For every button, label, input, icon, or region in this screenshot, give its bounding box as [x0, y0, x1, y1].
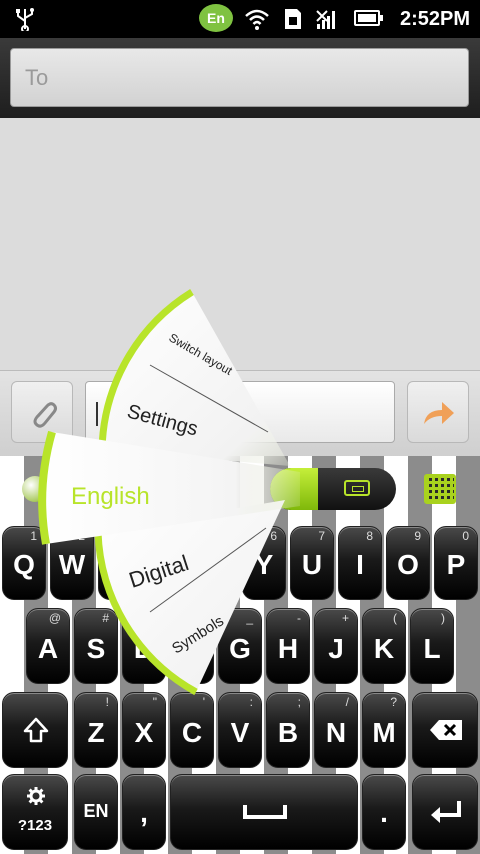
- keyboard-mode-icon: [344, 480, 370, 496]
- shift-key[interactable]: [2, 692, 68, 768]
- shift-icon: [23, 717, 49, 743]
- key-o[interactable]: 9O: [386, 526, 430, 600]
- period-key[interactable]: .: [362, 774, 406, 850]
- backspace-key[interactable]: [412, 692, 478, 768]
- mode-switch[interactable]: [270, 468, 396, 510]
- keyboard: 1Q 2W 3E 4R 5T 6Y 7U 8I 9O 0P @ A # S & D *…: [0, 456, 480, 854]
- key-g[interactable]: _ G: [218, 608, 262, 684]
- gear-icon: [27, 787, 45, 805]
- key-a[interactable]: @ A: [26, 608, 70, 684]
- key-k[interactable]: (K: [362, 608, 406, 684]
- recipient-bar: To: [0, 38, 480, 118]
- key-i[interactable]: 8I: [338, 526, 382, 600]
- space-icon: [243, 805, 287, 819]
- sim-card-icon: [285, 9, 301, 29]
- paperclip-icon: [33, 402, 57, 428]
- key-z[interactable]: ! Z: [74, 692, 118, 768]
- key-q[interactable]: 1Q: [2, 526, 46, 600]
- clock: 2:52PM: [399, 8, 470, 30]
- send-button[interactable]: [407, 381, 469, 443]
- comma-key[interactable]: ,: [122, 774, 166, 850]
- language-key[interactable]: EN: [74, 774, 118, 850]
- key-n[interactable]: / N: [314, 692, 358, 768]
- key-j[interactable]: + J: [314, 608, 358, 684]
- key-d[interactable]: & D: [122, 608, 166, 684]
- text-cursor: [96, 402, 98, 426]
- to-field[interactable]: To: [10, 48, 469, 107]
- keypad-grid-icon[interactable]: [424, 474, 456, 504]
- keyboard-toolbar: [0, 456, 480, 522]
- space-key[interactable]: [170, 774, 358, 850]
- key-u[interactable]: 7U: [290, 526, 334, 600]
- key-r[interactable]: 4R: [146, 526, 190, 600]
- status-bar: En 2:52PM: [0, 0, 480, 38]
- compose-bar: [0, 370, 480, 457]
- key-s[interactable]: # S: [74, 608, 118, 684]
- key-b[interactable]: ; B: [266, 692, 310, 768]
- battery-icon: [354, 10, 380, 26]
- key-p[interactable]: 0P: [434, 526, 478, 600]
- attach-button[interactable]: [11, 381, 73, 443]
- no-signal-icon: [316, 10, 335, 29]
- key-c[interactable]: ' C: [170, 692, 214, 768]
- wifi-icon: [245, 9, 269, 30]
- symbols-key[interactable]: ?123: [2, 774, 68, 850]
- key-m[interactable]: ? M: [362, 692, 406, 768]
- language-badge: En: [199, 4, 233, 32]
- message-input[interactable]: [85, 381, 395, 443]
- key-v[interactable]: :V: [218, 692, 262, 768]
- key-w[interactable]: 2W: [50, 526, 94, 600]
- key-l[interactable]: ) L: [410, 608, 454, 684]
- key-y[interactable]: 6Y: [242, 526, 286, 600]
- key-e[interactable]: 3E: [98, 526, 142, 600]
- conversation-area: [0, 118, 480, 370]
- key-h[interactable]: -H: [266, 608, 310, 684]
- key-x[interactable]: " X: [122, 692, 166, 768]
- backspace-icon: [430, 720, 462, 740]
- key-f[interactable]: * F: [170, 608, 214, 684]
- enter-icon: [431, 801, 461, 823]
- key-t[interactable]: 5T: [194, 526, 238, 600]
- usb-icon: [16, 8, 34, 31]
- keyboard-logo-icon[interactable]: [22, 476, 48, 502]
- enter-key[interactable]: [412, 774, 478, 850]
- send-arrow-icon: [424, 402, 454, 424]
